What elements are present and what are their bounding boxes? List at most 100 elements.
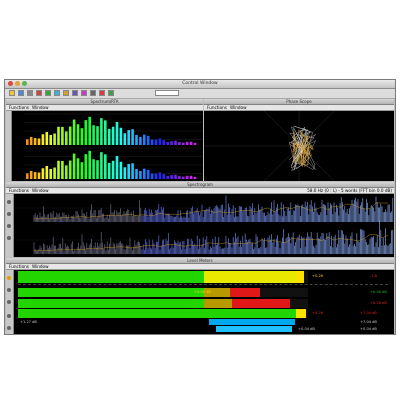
scope-menu-functions[interactable]: Functions <box>207 105 227 110</box>
meters-menu-functions[interactable]: Functions <box>9 264 29 269</box>
rta-bar <box>154 139 158 145</box>
rta-bar <box>193 176 197 179</box>
rta-bar <box>92 125 95 145</box>
rta-bar <box>53 167 56 179</box>
rta-bar <box>33 172 37 179</box>
channel-s-icon[interactable] <box>7 236 11 240</box>
zoom-select[interactable] <box>155 90 179 96</box>
rta-bar <box>143 168 146 179</box>
rta-menu-functions[interactable]: Functions <box>9 105 29 110</box>
channel-r-icon[interactable] <box>7 212 11 216</box>
rta-bar <box>123 133 127 145</box>
rta-bar <box>189 175 193 179</box>
scope-menu-window[interactable]: Window <box>230 105 247 110</box>
rta-bar <box>127 164 130 179</box>
rta-bar <box>162 174 166 179</box>
rta-bar <box>80 162 84 179</box>
rta-bar <box>127 130 130 145</box>
rta-bar <box>143 134 146 145</box>
meter-s-green <box>18 309 296 318</box>
rta-bar <box>61 126 64 145</box>
meter-l-value: -1.8 <box>370 274 378 278</box>
rta-bar <box>65 131 68 145</box>
channel-l-icon[interactable] <box>7 200 11 204</box>
rta-bar <box>193 142 197 145</box>
rta-bar <box>100 152 103 179</box>
window-titlebar[interactable]: Control Window <box>5 80 395 89</box>
rta-bar <box>174 174 177 179</box>
rta-spectrum-bars <box>12 111 203 181</box>
meter-l-peak-label: +0.26 <box>312 274 324 278</box>
rta-bar <box>57 160 60 179</box>
rta-bar <box>29 136 33 145</box>
meters-panel: Level Meters Functions Window +0.26 -1.8 … <box>6 258 394 334</box>
meter-corr-icon[interactable] <box>7 314 11 318</box>
rta-bar <box>189 141 193 145</box>
phase-icon[interactable] <box>81 90 87 96</box>
meter-c-icon[interactable] <box>7 300 11 304</box>
rta-bar <box>119 161 123 179</box>
rta-bar <box>53 133 56 145</box>
rta-bar <box>100 118 103 145</box>
save-icon[interactable] <box>18 90 24 96</box>
phase-right-label: +0.04 dB <box>360 327 377 331</box>
record-icon[interactable] <box>99 90 105 96</box>
scope-panel: Phase Scope Functions Window <box>204 99 394 181</box>
rta-bar <box>185 175 189 179</box>
rta-bar <box>49 134 52 145</box>
rta-bar <box>146 135 150 145</box>
rta-bar <box>96 126 99 145</box>
open-icon[interactable] <box>9 90 15 96</box>
play-icon[interactable] <box>108 90 114 96</box>
rta-bar <box>170 141 173 145</box>
rta-bar <box>139 136 142 145</box>
rta-bar <box>96 160 99 179</box>
rta-bar <box>158 172 162 179</box>
rta-bar <box>26 173 29 179</box>
scope-icon[interactable] <box>54 90 60 96</box>
spectrogram-plot <box>14 194 394 257</box>
rta-bar <box>104 154 107 179</box>
spectrogram-panel: Spectrogram Functions Window 58.0 Hz (0 :… <box>6 182 394 257</box>
rta-bar <box>166 141 169 145</box>
meter-l-yellow <box>204 271 296 283</box>
rta-icon[interactable] <box>63 90 69 96</box>
rta-bar <box>76 158 80 179</box>
toolbar <box>5 89 395 99</box>
meter-phase-icon[interactable] <box>7 326 11 330</box>
rta-bar <box>88 150 91 179</box>
rta-bar <box>84 154 88 179</box>
rta-bar <box>182 176 185 179</box>
rta-bar <box>119 127 123 145</box>
rta-panel: Spectrum/RTA Functions Window <box>6 99 203 181</box>
rta-bar <box>115 122 119 145</box>
channel-c-icon[interactable] <box>7 224 11 228</box>
rta-bar <box>107 128 111 145</box>
spectrogram-menu-functions[interactable]: Functions <box>9 188 29 193</box>
meter-r-icon[interactable] <box>7 288 11 292</box>
control-window: Control Window Spectrum/RTA Functions Win… <box>4 79 396 335</box>
rta-menu-window[interactable]: Window <box>32 105 49 110</box>
settings-icon[interactable] <box>90 90 96 96</box>
spectrogram-menu-window[interactable]: Window <box>32 188 49 193</box>
rta-bar <box>68 160 72 179</box>
meter-row-s <box>18 309 308 318</box>
print-icon[interactable] <box>27 90 33 96</box>
meters-menu-window[interactable]: Window <box>32 264 49 269</box>
level-icon[interactable] <box>72 90 78 96</box>
rta-bar <box>185 141 189 145</box>
rta-bar <box>111 126 115 145</box>
rta-bar <box>80 128 84 145</box>
spectrogram-sidebar <box>6 194 14 257</box>
rta-bar <box>150 173 154 179</box>
meter-icon[interactable] <box>36 90 42 96</box>
phase-bar <box>216 326 292 332</box>
rta-bar <box>29 170 33 179</box>
spectrum-icon[interactable] <box>45 90 51 96</box>
meter-row-r <box>18 288 308 297</box>
rta-bar <box>88 116 91 145</box>
rta-bar <box>76 124 80 145</box>
meter-l-icon[interactable] <box>7 276 11 280</box>
meter-c-amber <box>204 299 232 308</box>
correlation-right-label: +7.04 dB <box>360 320 377 324</box>
